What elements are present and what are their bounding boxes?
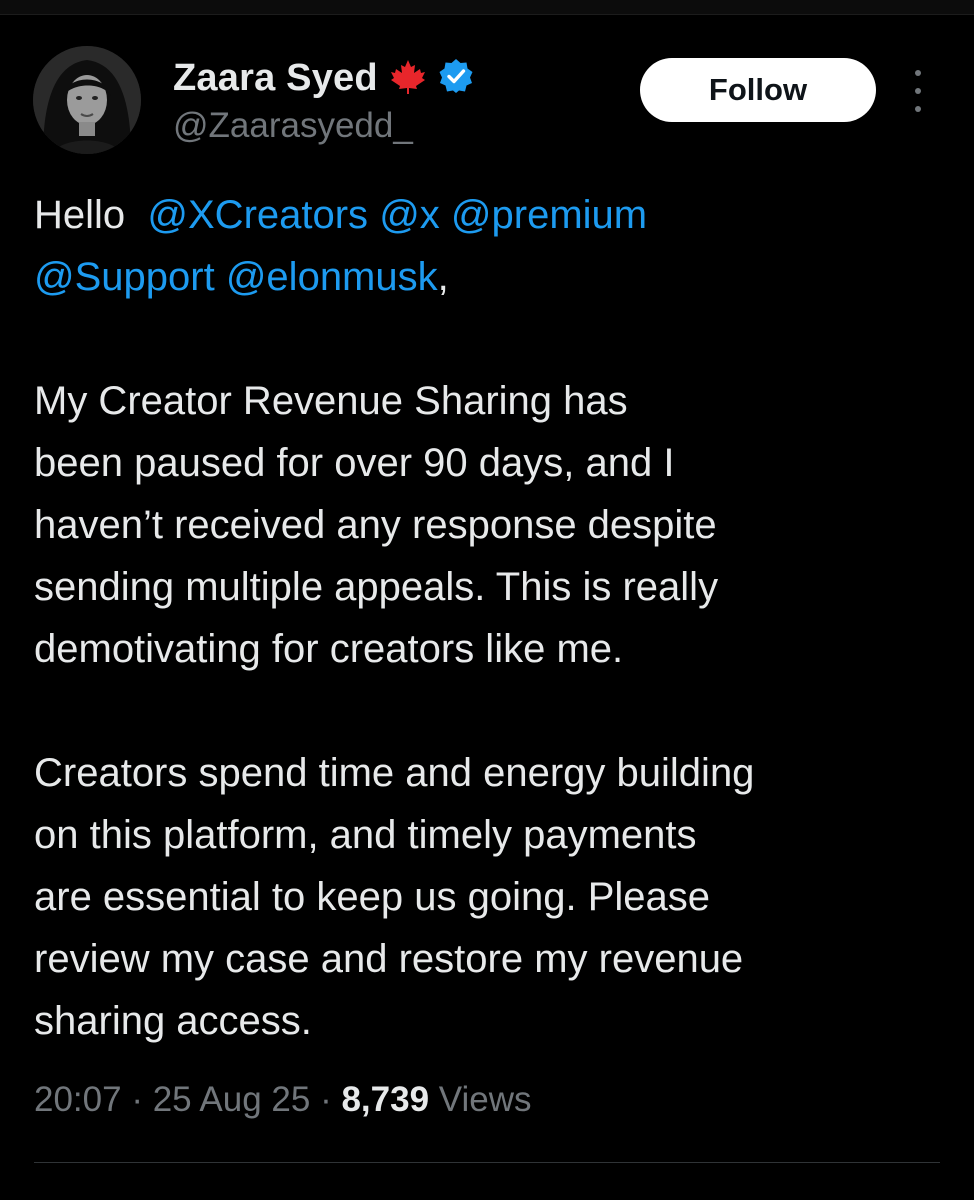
tweet-paragraph-line: are essential to keep us going. Please bbox=[34, 875, 710, 919]
verified-badge-icon[interactable] bbox=[438, 58, 474, 99]
greeting-punctuation: , bbox=[437, 255, 449, 299]
mention-link[interactable]: @Support bbox=[34, 255, 215, 299]
tweet-time[interactable]: 20:07 bbox=[34, 1080, 122, 1119]
follow-button[interactable]: Follow bbox=[640, 58, 876, 122]
tweet-paragraph-line: been paused for over 90 days, and I bbox=[34, 441, 675, 485]
tweet-greeting-line-2: @Support @elonmusk, bbox=[34, 246, 954, 308]
tweet-paragraph-line: Creators spend time and energy building bbox=[34, 751, 755, 795]
author-display-name[interactable]: Zaara Syed bbox=[173, 57, 378, 100]
tweet-greeting-line-1: Hello @XCreators @x @premium bbox=[34, 184, 954, 246]
mention-link[interactable]: @premium bbox=[451, 193, 647, 237]
tweet-paragraph-line: My Creator Revenue Sharing has bbox=[34, 379, 628, 423]
tweet-paragraph-line: sending multiple appeals. This is really bbox=[34, 565, 719, 609]
views-count[interactable]: 8,739 bbox=[341, 1080, 429, 1119]
author-name-row: Zaara Syed bbox=[173, 52, 474, 104]
author-handle[interactable]: @Zaarasyedd_ bbox=[173, 106, 413, 146]
maple-leaf-icon bbox=[388, 56, 428, 101]
tweet-metadata: 20:07 · 25 Aug 25 · 8,739 Views bbox=[34, 1080, 532, 1120]
divider bbox=[34, 1162, 940, 1163]
greeting-text: Hello bbox=[34, 193, 126, 237]
tweet-paragraph-line: sharing access. bbox=[34, 999, 312, 1043]
avatar-image bbox=[33, 46, 141, 154]
tweet-paragraph-line: demotivating for creators like me. bbox=[34, 627, 624, 671]
tweet-date[interactable]: 25 Aug 25 bbox=[153, 1080, 311, 1119]
tweet-text: Hello @XCreators @x @premium @Support @e… bbox=[34, 184, 954, 1052]
top-edge bbox=[0, 0, 974, 15]
tweet-paragraph-line: review my case and restore my revenue bbox=[34, 937, 744, 981]
tweet-paragraph-line: haven’t received any response despite bbox=[34, 503, 717, 547]
mention-link[interactable]: @x bbox=[379, 193, 440, 237]
tweet-paragraph-line: on this platform, and timely payments bbox=[34, 813, 697, 857]
views-label: Views bbox=[429, 1080, 532, 1119]
more-options-icon[interactable] bbox=[903, 66, 933, 116]
meta-separator: · bbox=[310, 1080, 342, 1119]
mention-link[interactable]: @elonmusk bbox=[226, 255, 438, 299]
avatar[interactable] bbox=[33, 46, 141, 154]
mention-link[interactable]: @XCreators bbox=[147, 193, 368, 237]
meta-separator: · bbox=[121, 1080, 153, 1119]
